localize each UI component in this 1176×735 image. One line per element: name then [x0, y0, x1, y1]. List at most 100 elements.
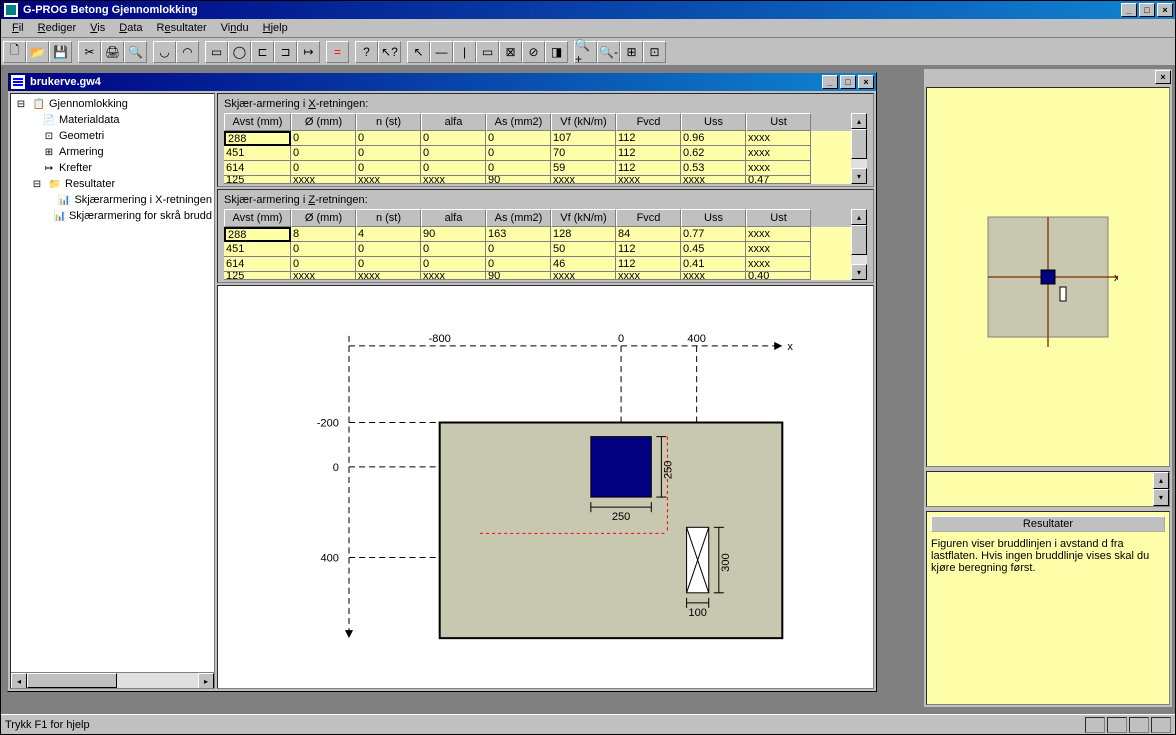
table-cell[interactable]: 0 — [291, 161, 356, 176]
help-button[interactable]: ? — [355, 41, 378, 63]
column-header[interactable]: Vf (kN/m) — [551, 113, 616, 131]
collapse-icon[interactable]: ⊟ — [29, 177, 45, 191]
table-cell[interactable]: 0 — [421, 257, 486, 272]
table-cell[interactable]: 0 — [486, 131, 551, 146]
cut-button[interactable]: ✂ — [78, 41, 101, 63]
table-cell[interactable]: 90 — [421, 227, 486, 242]
menu-fil[interactable]: Fil — [5, 20, 31, 36]
preview-button[interactable]: 🔍 — [124, 41, 147, 63]
table-cell[interactable]: xxxx — [551, 272, 616, 280]
save-button[interactable]: 💾 — [49, 41, 72, 63]
table-cell[interactable]: xxxx — [746, 242, 811, 257]
line-v-tool[interactable]: | — [453, 41, 476, 63]
table-cell[interactable]: 451 — [224, 146, 291, 161]
fill-tool[interactable]: ◨ — [545, 41, 568, 63]
new-button[interactable]: 🗋 — [3, 41, 26, 63]
menu-resultater[interactable]: Resultater — [150, 20, 214, 36]
table-cell[interactable]: 0 — [486, 242, 551, 257]
column-header[interactable]: Ø (mm) — [291, 113, 356, 131]
context-help-button[interactable]: ↖? — [378, 41, 401, 63]
side-close-button[interactable]: × — [1155, 70, 1171, 84]
table-x-scrollbar[interactable]: ▴ ▾ — [851, 113, 867, 184]
preview-box[interactable]: x — [926, 87, 1170, 467]
column-header[interactable]: Uss — [681, 113, 746, 131]
table-cell[interactable]: 112 — [616, 242, 681, 257]
column-header[interactable]: alfa — [421, 113, 486, 131]
menu-vis[interactable]: Vis — [83, 20, 112, 36]
table-cell[interactable]: 112 — [616, 257, 681, 272]
snap-button[interactable]: ⊡ — [643, 41, 666, 63]
doc-maximize-button[interactable]: □ — [840, 75, 856, 89]
tree-item[interactable]: ⊞Armering — [13, 144, 212, 160]
table-row[interactable]: 6140000461120.41xxxx — [224, 257, 851, 272]
table-cell[interactable]: 70 — [551, 146, 616, 161]
column-header[interactable]: As (mm2) — [486, 209, 551, 227]
table-row[interactable]: 4510000701120.62xxxx — [224, 146, 851, 161]
navigation-tree[interactable]: ⊟ 📋 Gjennomlokking 📄Materialdata⊡Geometr… — [11, 94, 214, 672]
table-cell[interactable]: 0 — [291, 131, 356, 146]
arrow-tool[interactable]: ↖ — [407, 41, 430, 63]
column-header[interactable]: Avst (mm) — [224, 209, 291, 227]
collapse-icon[interactable]: ⊟ — [13, 97, 29, 111]
tree-item[interactable]: 📄Materialdata — [13, 112, 212, 128]
zoom-in-button[interactable]: 🔍+ — [574, 41, 597, 63]
table-row[interactable]: 28800001071120.96xxxx — [224, 131, 851, 146]
tree-resultater[interactable]: ⊟ 📁 Resultater — [13, 176, 212, 192]
table-cell[interactable]: 0 — [291, 257, 356, 272]
tool-c[interactable]: ⊏ — [251, 41, 274, 63]
table-cell[interactable]: xxxx — [291, 176, 356, 184]
doc-titlebar[interactable]: brukerve.gw4 _ □ × — [8, 73, 876, 91]
table-cell[interactable]: 46 — [551, 257, 616, 272]
table-cell[interactable]: 128 — [551, 227, 616, 242]
table-cell[interactable]: 288 — [224, 227, 291, 242]
cross-tool[interactable]: ⊠ — [499, 41, 522, 63]
tree-item[interactable]: 📊Skjærarmering for skrå brudd — [13, 208, 212, 224]
table-cell[interactable]: 0 — [421, 131, 486, 146]
table-cell[interactable]: 0.62 — [681, 146, 746, 161]
table-cell[interactable]: 125 — [224, 272, 291, 280]
menu-rediger[interactable]: Rediger — [31, 20, 84, 36]
table-cell[interactable]: 0.40 — [746, 272, 811, 280]
doc-close-button[interactable]: × — [858, 75, 874, 89]
table-cell[interactable]: xxxx — [291, 272, 356, 280]
table-cell[interactable]: 0.41 — [681, 257, 746, 272]
table-x-body[interactable]: 28800001071120.96xxxx4510000701120.62xxx… — [224, 131, 851, 184]
column-header[interactable]: n (st) — [356, 113, 421, 131]
tree-item[interactable]: ↦Krefter — [13, 160, 212, 176]
table-cell[interactable]: 90 — [486, 272, 551, 280]
tree-item[interactable]: ⊡Geometri — [13, 128, 212, 144]
table-cell[interactable]: 0 — [486, 257, 551, 272]
table-cell[interactable]: 112 — [616, 146, 681, 161]
table-z-body[interactable]: 2888490163128840.77xxxx4510000501120.45x… — [224, 227, 851, 280]
table-cell[interactable]: xxxx — [421, 272, 486, 280]
doc-minimize-button[interactable]: _ — [822, 75, 838, 89]
table-cell[interactable]: xxxx — [746, 131, 811, 146]
table-cell[interactable]: 0 — [421, 146, 486, 161]
menu-data[interactable]: Data — [112, 20, 149, 36]
scroll-up-button[interactable]: ▴ — [851, 209, 867, 225]
table-cell[interactable]: xxxx — [681, 176, 746, 184]
table-cell[interactable]: xxxx — [746, 161, 811, 176]
table-cell[interactable]: xxxx — [681, 272, 746, 280]
table-cell[interactable]: 451 — [224, 242, 291, 257]
table-cell[interactable]: 0 — [291, 242, 356, 257]
zoom-out-button[interactable]: 🔍- — [597, 41, 620, 63]
print-button[interactable]: 🖨 — [101, 41, 124, 63]
tool-b[interactable]: ◠ — [176, 41, 199, 63]
scroll-up-button[interactable]: ▴ — [1153, 472, 1169, 489]
menu-hjelp[interactable]: Hjelp — [256, 20, 295, 36]
scroll-down-button[interactable]: ▾ — [851, 168, 867, 184]
table-cell[interactable]: 0 — [356, 131, 421, 146]
diagram-pane[interactable]: x -800 0 400 -200 — [217, 285, 874, 689]
table-cell[interactable]: 0 — [356, 242, 421, 257]
table-cell[interactable]: 0 — [291, 146, 356, 161]
table-cell[interactable]: xxxx — [421, 176, 486, 184]
close-button[interactable]: × — [1157, 3, 1173, 17]
table-cell[interactable]: 0 — [356, 257, 421, 272]
column-header[interactable]: Uss — [681, 209, 746, 227]
scroll-down-button[interactable]: ▾ — [851, 264, 867, 280]
table-cell[interactable]: 112 — [616, 131, 681, 146]
tree-item[interactable]: 📊Skjærarmering i X-retningen — [13, 192, 212, 208]
table-cell[interactable]: 50 — [551, 242, 616, 257]
tool-a[interactable]: ◡ — [153, 41, 176, 63]
